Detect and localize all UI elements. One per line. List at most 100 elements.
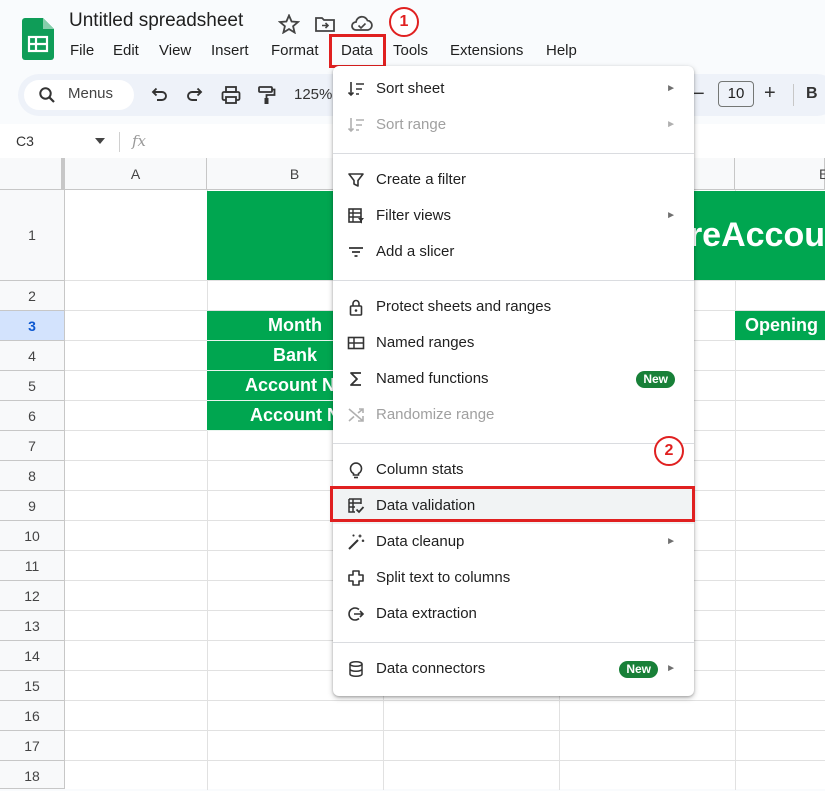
menu-separator bbox=[333, 280, 694, 281]
data-menu: Sort sheet ► Sort range ► Create a filte… bbox=[333, 66, 694, 696]
row-header-7[interactable]: 7 bbox=[0, 431, 65, 461]
increase-font-size-button[interactable]: + bbox=[764, 82, 776, 105]
menu-item-create-filter[interactable]: Create a filter bbox=[333, 162, 694, 198]
title-banner-text: reAccou bbox=[688, 216, 825, 254]
menu-item-label: Randomize range bbox=[376, 406, 495, 423]
step-1-callout: 1 bbox=[389, 7, 419, 37]
move-folder-icon[interactable] bbox=[314, 14, 336, 34]
formula-divider bbox=[119, 132, 120, 152]
menu-item-label: Filter views bbox=[376, 207, 452, 224]
column-header-e[interactable]: E bbox=[735, 158, 825, 190]
name-box-dropdown-icon[interactable] bbox=[95, 138, 105, 144]
menu-item-label: Sort sheet bbox=[376, 80, 445, 97]
new-badge: New bbox=[636, 371, 675, 388]
menu-item-data-extraction[interactable]: Data extraction bbox=[333, 596, 694, 632]
row-header-1[interactable]: 1 bbox=[0, 190, 65, 281]
cell-e3[interactable]: Opening bbox=[735, 311, 825, 341]
menu-view[interactable]: View bbox=[159, 40, 191, 62]
menu-item-named-ranges[interactable]: Named ranges bbox=[333, 325, 694, 361]
print-icon[interactable] bbox=[220, 84, 242, 106]
submenu-arrow-icon: ► bbox=[666, 663, 676, 674]
lock-icon bbox=[349, 299, 363, 316]
toolbar-divider bbox=[793, 84, 794, 106]
menu-help[interactable]: Help bbox=[546, 40, 577, 62]
menu-item-label: Sort range bbox=[376, 116, 447, 133]
row-header-16[interactable]: 16 bbox=[0, 701, 65, 731]
sheets-logo[interactable] bbox=[22, 18, 54, 60]
menu-item-protect-sheets[interactable]: Protect sheets and ranges bbox=[333, 289, 694, 325]
select-all-corner[interactable] bbox=[0, 158, 65, 190]
menu-item-label: Create a filter bbox=[376, 171, 467, 188]
menu-extensions[interactable]: Extensions bbox=[450, 40, 523, 62]
menu-item-data-cleanup[interactable]: Data cleanup ► bbox=[333, 524, 694, 560]
menu-item-randomize-range: Randomize range bbox=[333, 397, 694, 433]
menu-item-label: Protect sheets and ranges bbox=[376, 298, 552, 315]
data-menu-highlight bbox=[329, 34, 386, 68]
row-header-4[interactable]: 4 bbox=[0, 341, 65, 371]
menu-item-column-stats[interactable]: Column stats bbox=[333, 452, 694, 488]
cloud-saved-icon[interactable] bbox=[350, 14, 373, 34]
extraction-icon bbox=[348, 607, 365, 621]
menu-file[interactable]: File bbox=[70, 40, 94, 62]
grid-line bbox=[65, 760, 825, 761]
row-header-5[interactable]: 5 bbox=[0, 371, 65, 401]
row-header-8[interactable]: 8 bbox=[0, 461, 65, 491]
data-validation-highlight bbox=[330, 486, 695, 522]
row-header-2[interactable]: 2 bbox=[0, 281, 65, 311]
menu-tools[interactable]: Tools bbox=[393, 40, 428, 62]
menu-item-label: Data cleanup bbox=[376, 533, 465, 550]
menu-insert[interactable]: Insert bbox=[211, 40, 249, 62]
submenu-arrow-icon: ► bbox=[666, 83, 676, 94]
menu-item-sort-sheet[interactable]: Sort sheet ► bbox=[333, 71, 694, 107]
search-menus-button[interactable]: Menus bbox=[24, 80, 134, 110]
menu-item-split-text[interactable]: Split text to columns bbox=[333, 560, 694, 596]
submenu-arrow-icon: ► bbox=[666, 210, 676, 221]
row-header-9[interactable]: 9 bbox=[0, 491, 65, 521]
lightbulb-icon bbox=[349, 462, 363, 479]
zoom-select[interactable]: 125% bbox=[294, 86, 332, 103]
menu-format[interactable]: Format bbox=[271, 40, 319, 62]
row-header-3[interactable]: 3 bbox=[0, 311, 65, 341]
row-header-14[interactable]: 14 bbox=[0, 641, 65, 671]
step-2-callout: 2 bbox=[654, 436, 684, 466]
menu-item-label: Named functions bbox=[376, 370, 489, 387]
undo-icon[interactable] bbox=[148, 84, 170, 106]
row-header-11[interactable]: 11 bbox=[0, 551, 65, 581]
shuffle-icon bbox=[348, 408, 364, 422]
menu-item-data-connectors[interactable]: Data connectors New ► bbox=[333, 651, 694, 687]
document-title[interactable]: Untitled spreadsheet bbox=[69, 10, 243, 32]
column-header-a[interactable]: A bbox=[65, 158, 207, 190]
menu-item-label: Column stats bbox=[376, 461, 464, 478]
filter-views-icon bbox=[348, 208, 364, 224]
database-icon bbox=[349, 660, 363, 678]
menu-item-add-slicer[interactable]: Add a slicer bbox=[333, 234, 694, 270]
name-box[interactable]: C3 bbox=[16, 133, 34, 149]
row-header-17[interactable]: 17 bbox=[0, 731, 65, 761]
menu-item-label: Named ranges bbox=[376, 334, 475, 351]
bold-button[interactable]: B bbox=[806, 85, 818, 103]
font-size-input[interactable]: 10 bbox=[718, 81, 754, 107]
submenu-arrow-icon: ► bbox=[666, 119, 676, 130]
row-header-12[interactable]: 12 bbox=[0, 581, 65, 611]
new-badge: New bbox=[619, 661, 658, 678]
menu-item-sort-range: Sort range ► bbox=[333, 107, 694, 143]
search-icon bbox=[39, 87, 55, 103]
menu-edit[interactable]: Edit bbox=[113, 40, 139, 62]
row-header-18[interactable]: 18 bbox=[0, 761, 65, 789]
menu-item-filter-views[interactable]: Filter views ► bbox=[333, 198, 694, 234]
row-header-15[interactable]: 15 bbox=[0, 671, 65, 701]
decrease-font-size-button[interactable]: − bbox=[693, 83, 705, 106]
redo-icon[interactable] bbox=[184, 84, 206, 106]
row-header-6[interactable]: 6 bbox=[0, 401, 65, 431]
row-header-10[interactable]: 10 bbox=[0, 521, 65, 551]
search-menus-label: Menus bbox=[68, 85, 114, 102]
fx-icon: fx bbox=[132, 132, 147, 150]
menu-item-named-functions[interactable]: Named functions New bbox=[333, 361, 694, 397]
menu-separator bbox=[333, 153, 694, 154]
row-header-13[interactable]: 13 bbox=[0, 611, 65, 641]
star-icon[interactable] bbox=[277, 13, 301, 35]
named-ranges-icon bbox=[347, 336, 365, 350]
submenu-arrow-icon: ► bbox=[666, 536, 676, 547]
sort-icon bbox=[347, 82, 364, 97]
paint-format-icon[interactable] bbox=[256, 84, 278, 106]
